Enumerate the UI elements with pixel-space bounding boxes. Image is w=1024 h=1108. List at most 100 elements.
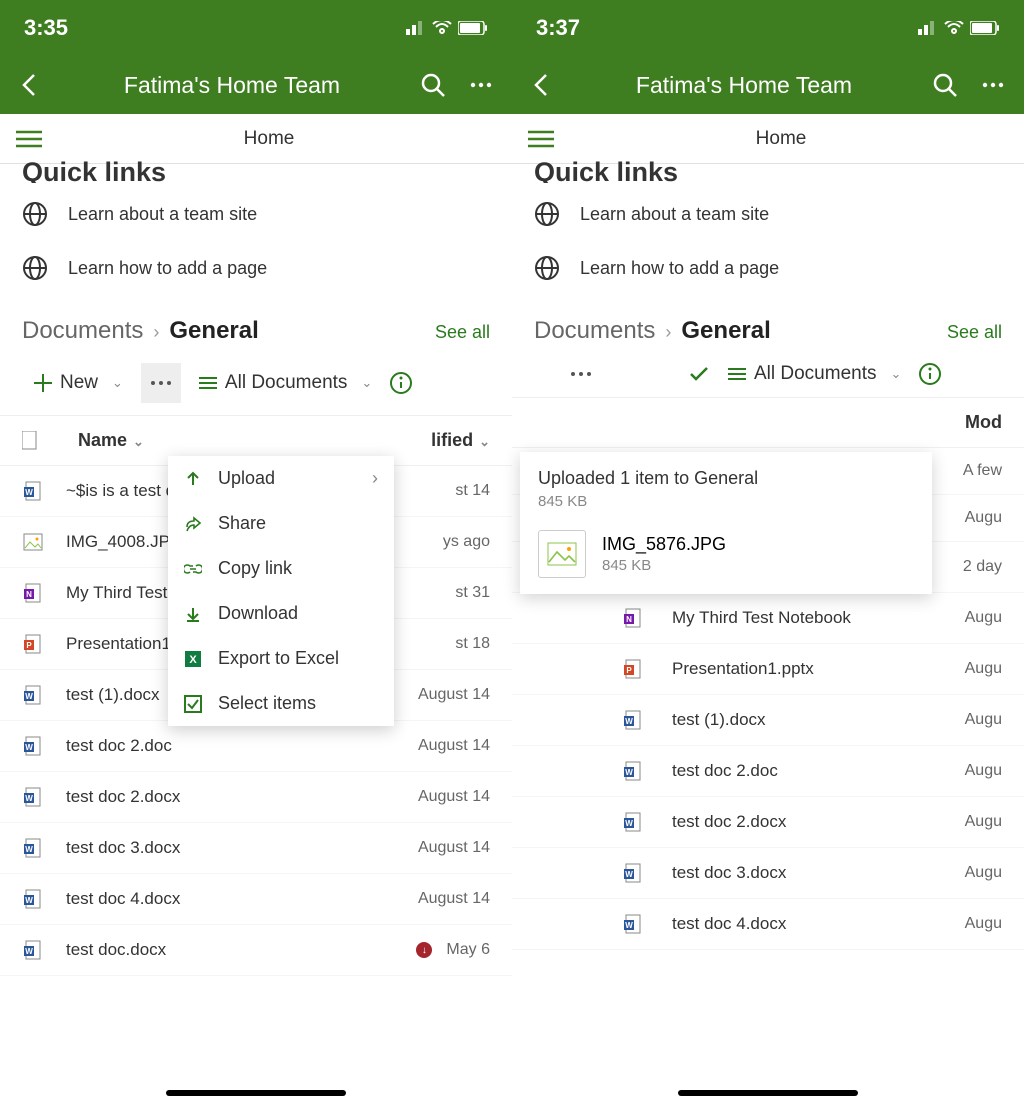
globe-icon <box>22 201 48 227</box>
file-date: ys ago <box>443 533 490 551</box>
breadcrumb[interactable]: Documents›General <box>22 317 259 345</box>
svg-text:W: W <box>25 692 33 701</box>
search-icon[interactable] <box>420 72 446 98</box>
svg-text:W: W <box>625 717 633 726</box>
plus-icon <box>34 374 52 392</box>
see-all-link[interactable]: See all <box>435 322 490 343</box>
subheader-title[interactable]: Home <box>554 128 1008 150</box>
info-icon[interactable] <box>919 363 941 385</box>
svg-text:W: W <box>625 921 633 930</box>
file-row[interactable]: Wtest doc.docx↓May 6 <box>0 925 512 976</box>
more-icon[interactable] <box>468 72 494 98</box>
quicklink-add-page[interactable]: Learn how to add a page <box>512 241 1024 295</box>
modified-column[interactable]: Mod <box>965 412 1002 433</box>
svg-text:W: W <box>25 845 33 854</box>
quick-links-heading: Quick links <box>0 157 512 183</box>
file-name: test doc 3.docx <box>672 863 965 883</box>
file-type-icon <box>22 431 38 451</box>
column-header: Mod <box>512 398 1024 448</box>
menu-copy-link[interactable]: Copy link <box>168 546 394 591</box>
file-icon: W <box>22 837 44 859</box>
menu-download[interactable]: Download <box>168 591 394 636</box>
file-icon: W <box>22 939 44 961</box>
toast-file-row[interactable]: IMG_5876.JPG 845 KB <box>538 530 914 578</box>
file-name: test doc 2.docx <box>66 787 418 807</box>
more-horiz-icon[interactable] <box>570 371 592 377</box>
svg-text:P: P <box>626 666 632 675</box>
file-icon: W <box>22 735 44 757</box>
excel-icon: X <box>184 650 202 668</box>
home-indicator[interactable] <box>166 1090 346 1096</box>
file-row[interactable]: NMy Third Test NotebookAugu <box>512 593 1024 644</box>
svg-text:W: W <box>625 819 633 828</box>
file-date: August 14 <box>418 686 490 704</box>
file-name: test doc 2.docx <box>672 812 965 832</box>
svg-text:P: P <box>26 641 32 650</box>
file-date: Augu <box>965 762 1002 780</box>
select-icon <box>184 695 202 713</box>
file-row[interactable]: Wtest doc 3.docxAugust 14 <box>0 823 512 874</box>
file-date: Augu <box>965 915 1002 933</box>
file-row[interactable]: Wtest doc 4.docxAugust 14 <box>0 874 512 925</box>
file-icon: W <box>622 862 644 884</box>
more-horiz-icon <box>150 380 172 386</box>
upload-icon <box>184 470 202 488</box>
info-icon[interactable] <box>390 372 412 394</box>
back-icon[interactable] <box>18 72 44 98</box>
file-row[interactable]: Wtest doc 2.docAugu <box>512 746 1024 797</box>
more-icon[interactable] <box>980 72 1006 98</box>
check-icon[interactable] <box>688 365 710 383</box>
menu-icon[interactable] <box>528 129 554 149</box>
view-selector[interactable]: All Documents⌄ <box>728 363 901 385</box>
breadcrumb[interactable]: Documents›General <box>534 317 771 345</box>
file-icon: W <box>22 684 44 706</box>
svg-text:W: W <box>625 870 633 879</box>
name-column[interactable]: Name⌄ <box>78 430 144 451</box>
menu-export-excel[interactable]: XExport to Excel <box>168 636 394 681</box>
quicklink-team-site[interactable]: Learn about a team site <box>512 187 1024 241</box>
svg-text:N: N <box>26 590 32 599</box>
file-date: August 14 <box>418 890 490 908</box>
file-name: test doc 2.doc <box>672 761 965 781</box>
file-row[interactable]: Wtest doc 3.docxAugu <box>512 848 1024 899</box>
menu-select-items[interactable]: Select items <box>168 681 394 726</box>
menu-share[interactable]: Share <box>168 501 394 546</box>
header-title: Fatima's Home Team <box>66 72 398 99</box>
file-row[interactable]: Wtest doc 2.docxAugust 14 <box>0 772 512 823</box>
subheader-title[interactable]: Home <box>42 128 496 150</box>
file-icon: W <box>22 888 44 910</box>
quicklink-label: Learn how to add a page <box>68 258 267 279</box>
toolbar: All Documents⌄ <box>512 353 1024 398</box>
search-icon[interactable] <box>932 72 958 98</box>
back-icon[interactable] <box>530 72 556 98</box>
modified-column[interactable]: lified⌄ <box>431 430 490 451</box>
list-icon <box>199 376 217 390</box>
menu-icon[interactable] <box>16 129 42 149</box>
svg-text:N: N <box>626 615 632 624</box>
link-icon <box>184 560 202 578</box>
wifi-icon <box>944 21 964 35</box>
quicklink-label: Learn how to add a page <box>580 258 779 279</box>
quicklink-add-page[interactable]: Learn how to add a page <box>0 241 512 295</box>
signal-icon <box>918 21 938 35</box>
status-time: 3:35 <box>24 15 68 41</box>
file-row[interactable]: Wtest doc 2.docAugust 14 <box>0 721 512 772</box>
overflow-button[interactable] <box>141 363 181 403</box>
svg-text:X: X <box>189 654 197 666</box>
menu-upload[interactable]: Upload› <box>168 456 394 501</box>
home-indicator[interactable] <box>678 1090 858 1096</box>
file-date: A few <box>963 462 1002 480</box>
file-row[interactable]: Wtest doc 4.docxAugu <box>512 899 1024 950</box>
view-selector[interactable]: All Documents⌄ <box>199 372 372 394</box>
sync-error-icon: ↓ <box>416 942 432 958</box>
file-name: test doc 4.docx <box>66 889 418 909</box>
file-icon: W <box>622 760 644 782</box>
file-date: st 14 <box>455 482 490 500</box>
see-all-link[interactable]: See all <box>947 322 1002 343</box>
file-row[interactable]: Wtest (1).docxAugu <box>512 695 1024 746</box>
signal-icon <box>406 21 426 35</box>
file-row[interactable]: PPresentation1.pptxAugu <box>512 644 1024 695</box>
quicklink-team-site[interactable]: Learn about a team site <box>0 187 512 241</box>
file-row[interactable]: Wtest doc 2.docxAugu <box>512 797 1024 848</box>
new-button[interactable]: New⌄ <box>34 372 123 394</box>
